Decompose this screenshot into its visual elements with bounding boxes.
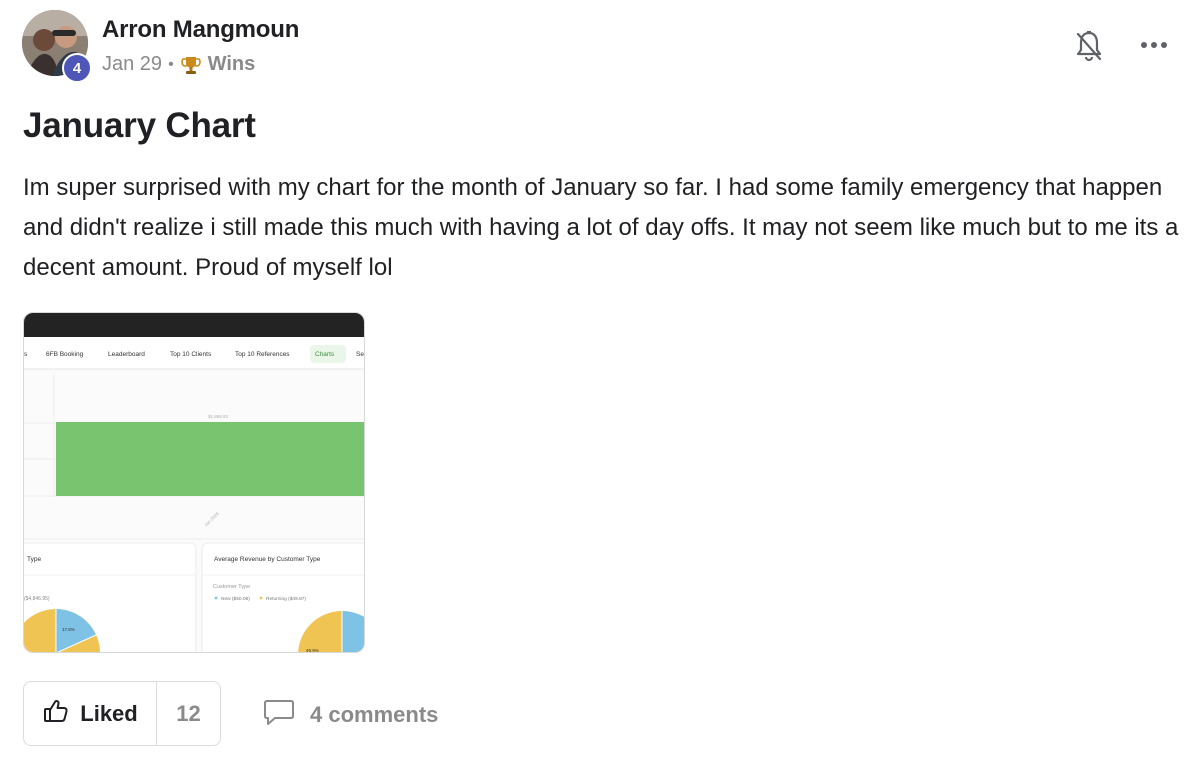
legend-new: New ($50.08) xyxy=(221,596,250,602)
meta-separator: • xyxy=(168,55,174,73)
bell-off-icon[interactable] xyxy=(1072,28,1106,64)
more-dots-icon[interactable] xyxy=(1136,30,1172,60)
attachment-image[interactable]: s 6FB Booking Leaderboard Top 10 Clients… xyxy=(23,312,365,653)
right-card-legend-title: Customer Type xyxy=(213,584,250,590)
thumbs-up-icon xyxy=(42,697,70,730)
like-button[interactable]: Liked xyxy=(24,682,157,745)
trophy-icon xyxy=(180,54,202,76)
app-topbar xyxy=(24,313,364,337)
comment-icon xyxy=(262,697,296,732)
app-tab: Leaderboard xyxy=(108,351,145,358)
like-control: Liked 12 xyxy=(23,681,221,746)
app-tab: 6FB Booking xyxy=(46,351,84,358)
post-title: January Chart xyxy=(23,106,256,145)
level-badge: 4 xyxy=(62,53,92,83)
comments-label: 4 comments xyxy=(310,701,439,727)
app-tab-active: Charts xyxy=(315,351,335,358)
app-tab: Top 10 Clients xyxy=(170,351,212,358)
post-category[interactable]: Wins xyxy=(208,53,256,76)
bar-value-label: $1,898.93 xyxy=(208,414,229,419)
revenue-bar xyxy=(56,422,364,496)
like-count[interactable]: 12 xyxy=(157,682,220,745)
left-pie-label: 17.8% xyxy=(62,627,75,632)
left-card-title: Type xyxy=(27,556,41,563)
app-tab: Top 10 References xyxy=(235,351,290,358)
right-card-title: Average Revenue by Customer Type xyxy=(214,556,321,563)
post-date[interactable]: Jan 29 xyxy=(102,53,162,76)
like-label: Liked xyxy=(80,700,138,726)
left-card-value: ($4,846.95) xyxy=(24,596,50,602)
legend-returning: Returning ($49.87) xyxy=(266,596,306,602)
author-name[interactable]: Arron Mangmoun xyxy=(102,16,299,44)
post-card: 4 Arron Mangmoun Jan 29 • Wins January C… xyxy=(0,0,1200,760)
post-body: Im super surprised with my chart for the… xyxy=(23,174,1179,281)
app-tab: Se xyxy=(356,351,364,358)
post-meta: Jan 29 • Wins xyxy=(102,53,255,76)
right-pie-label: 49.9% xyxy=(306,648,319,653)
comments-button[interactable]: 4 comments xyxy=(262,697,438,732)
author-avatar-wrapper[interactable]: 4 xyxy=(22,10,92,83)
